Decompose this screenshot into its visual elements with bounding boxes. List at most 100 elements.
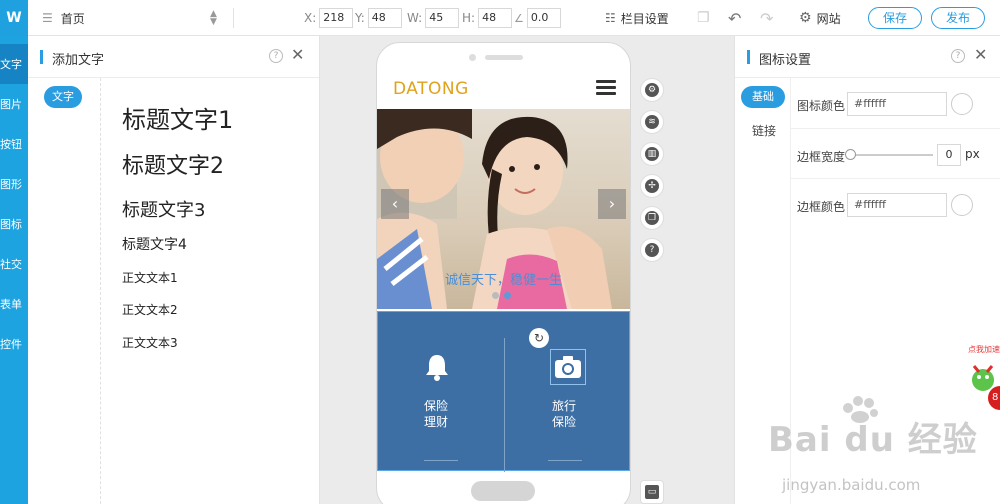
undo-button[interactable]: ↶ [728, 0, 741, 36]
banner-dot-active[interactable] [504, 292, 511, 299]
monitor-icon: ▭ [645, 485, 659, 499]
bell-icon[interactable] [422, 352, 452, 382]
angle-input[interactable]: 0.0 [526, 8, 561, 28]
w-label: W: [407, 11, 423, 25]
camera-icon[interactable] [553, 354, 583, 380]
tile-left-line1: 保险 [423, 399, 448, 413]
question-icon: ? [645, 243, 659, 257]
phone-preview: DATONG ‹ › 诚信天下，稳健一生 保险 理财 ↻ 旅行 保险 [376, 42, 631, 504]
body-text-1[interactable]: 正文文本1 [122, 269, 178, 286]
banner-next-arrow[interactable]: › [598, 189, 626, 219]
x-input[interactable]: 218 [319, 8, 354, 28]
publish-button[interactable]: 发布 [931, 7, 986, 29]
rail-item-shape[interactable]: 图形 [0, 164, 28, 204]
redo-button[interactable]: ↷ [760, 0, 773, 36]
border-width-slider-knob[interactable] [845, 149, 856, 160]
trash-icon: ▥ [645, 147, 659, 161]
heading-text-3[interactable]: 标题文字3 [122, 196, 205, 222]
gear-icon: ⚙ [799, 10, 812, 26]
close-icon[interactable]: ✕ [291, 47, 304, 63]
help-icon[interactable]: ? [951, 49, 965, 63]
rail-item-image[interactable]: 图片 [0, 84, 28, 124]
element-settings-button[interactable]: ⚙ [640, 78, 664, 102]
gear-icon: ⚙ [645, 83, 659, 97]
list-icon: ☷ [605, 11, 616, 25]
editor-app: W ☰ 首页 ▲ ▼ X: 218 Y: 48 W: 45 H: 48 ∠ 0.0… [0, 0, 1000, 504]
layers-button[interactable]: ≋ [640, 110, 664, 134]
select-arrows-icon: ▲ ▼ [210, 9, 217, 27]
tile-right-line1: 旅行 [551, 399, 576, 413]
border-color-input[interactable]: #ffffff [847, 193, 947, 217]
w-input[interactable]: 45 [425, 8, 460, 28]
close-icon[interactable]: ✕ [974, 47, 987, 63]
publish-button-wrap: 发布 [931, 0, 986, 36]
banner-dot[interactable] [492, 292, 499, 299]
save-button[interactable]: 保存 [868, 7, 923, 29]
rotate-handle-icon[interactable]: ↻ [529, 328, 549, 348]
animation-button[interactable]: ✢ [640, 174, 664, 198]
phone-camera [469, 54, 476, 61]
icon-tiles-section[interactable]: 保险 理财 ↻ 旅行 保险 [377, 311, 630, 472]
tile-divider-horizontal-right [548, 460, 582, 461]
icon-color-swatch[interactable] [951, 93, 973, 115]
toolbar-divider [233, 8, 234, 28]
border-width-slider-track[interactable] [849, 154, 933, 156]
rail-item-button[interactable]: 按钮 [0, 124, 28, 164]
icon-color-input[interactable]: #ffffff [847, 92, 947, 116]
top-toolbar: W ☰ 首页 ▲ ▼ X: 218 Y: 48 W: 45 H: 48 ∠ 0.0… [0, 0, 1000, 36]
rail-item-icon[interactable]: 图标 [0, 204, 28, 244]
border-color-label: 边框颜色 [797, 200, 846, 214]
help-button[interactable]: ? [640, 238, 664, 262]
y-label: Y: [355, 11, 365, 25]
heading-text-1[interactable]: 标题文字1 [122, 100, 233, 135]
h-input[interactable]: 48 [478, 8, 513, 28]
body-text-3[interactable]: 正文文本3 [122, 334, 178, 351]
tab-basic[interactable]: 基础 [741, 86, 785, 108]
row-divider [791, 128, 1000, 129]
copy-button[interactable]: ❐ [697, 0, 710, 36]
banner-slider[interactable]: ‹ › 诚信天下，稳健一生 [377, 109, 630, 309]
tile-label-insurance-finance: 保险 理财 [396, 398, 476, 430]
border-width-unit: px [965, 147, 980, 161]
desktop-preview-button[interactable]: ▭ [640, 480, 664, 504]
body-text-2[interactable]: 正文文本2 [122, 301, 178, 318]
app-logo[interactable]: W [0, 0, 28, 36]
site-settings-button[interactable]: ⚙ 网站 [799, 0, 841, 36]
page-icon: ☰ [42, 11, 53, 25]
help-icon[interactable]: ? [269, 49, 283, 63]
copy-pages-icon: ❐ [645, 211, 659, 225]
watermark-brand: Bai du 经验 [768, 420, 978, 460]
rail-item-social[interactable]: 社交 [0, 244, 28, 284]
hamburger-menu-icon[interactable] [596, 80, 616, 96]
columns-settings-label: 栏目设置 [620, 11, 669, 26]
header-accent-bar [747, 50, 750, 64]
duplicate-button[interactable]: ❐ [640, 206, 664, 230]
logo-letter: W [6, 10, 22, 26]
page-selector[interactable]: ☰ 首页 ▲ ▼ [42, 0, 217, 36]
baidu-watermark: Bai du 经验 jingyan.baidu.com [760, 392, 1000, 504]
text-tab[interactable]: 文字 [44, 86, 82, 108]
editor-canvas: DATONG ‹ › 诚信天下，稳健一生 保险 理财 ↻ 旅行 保险 ⚙ ≋ ▥… [320, 36, 734, 504]
rail-item-text[interactable]: 文字 [0, 44, 28, 84]
rail-item-widget[interactable]: 控件 [0, 324, 28, 364]
category-rail: 文字 图片 按钮 图形 图标 社交 表单 控件 [0, 36, 28, 504]
y-field-group: Y: 48 [355, 0, 402, 36]
undo-icon: ↶ [728, 8, 742, 28]
banner-prev-arrow[interactable]: ‹ [381, 189, 409, 219]
site-brand[interactable]: DATONG [393, 79, 469, 99]
columns-settings-button[interactable]: ☷ 栏目设置 [605, 0, 669, 36]
tab-link[interactable]: 链接 [752, 122, 776, 139]
border-width-label: 边框宽度 [797, 150, 846, 164]
layers-icon: ≋ [645, 115, 659, 129]
rail-item-form[interactable]: 表单 [0, 284, 28, 324]
redo-icon: ↷ [760, 8, 774, 28]
banner-dots [492, 292, 511, 299]
heading-text-2[interactable]: 标题文字2 [122, 148, 224, 180]
border-width-input[interactable]: 0 [937, 144, 961, 166]
delete-button[interactable]: ▥ [640, 142, 664, 166]
add-text-panel: 添加文字 ? ✕ 文字 标题文字1 标题文字2 标题文字3 标题文字4 正文文本… [28, 36, 320, 504]
add-text-title: 添加文字 [52, 53, 105, 68]
heading-text-4[interactable]: 标题文字4 [122, 234, 187, 254]
y-input[interactable]: 48 [367, 8, 402, 28]
border-color-swatch[interactable] [951, 194, 973, 216]
